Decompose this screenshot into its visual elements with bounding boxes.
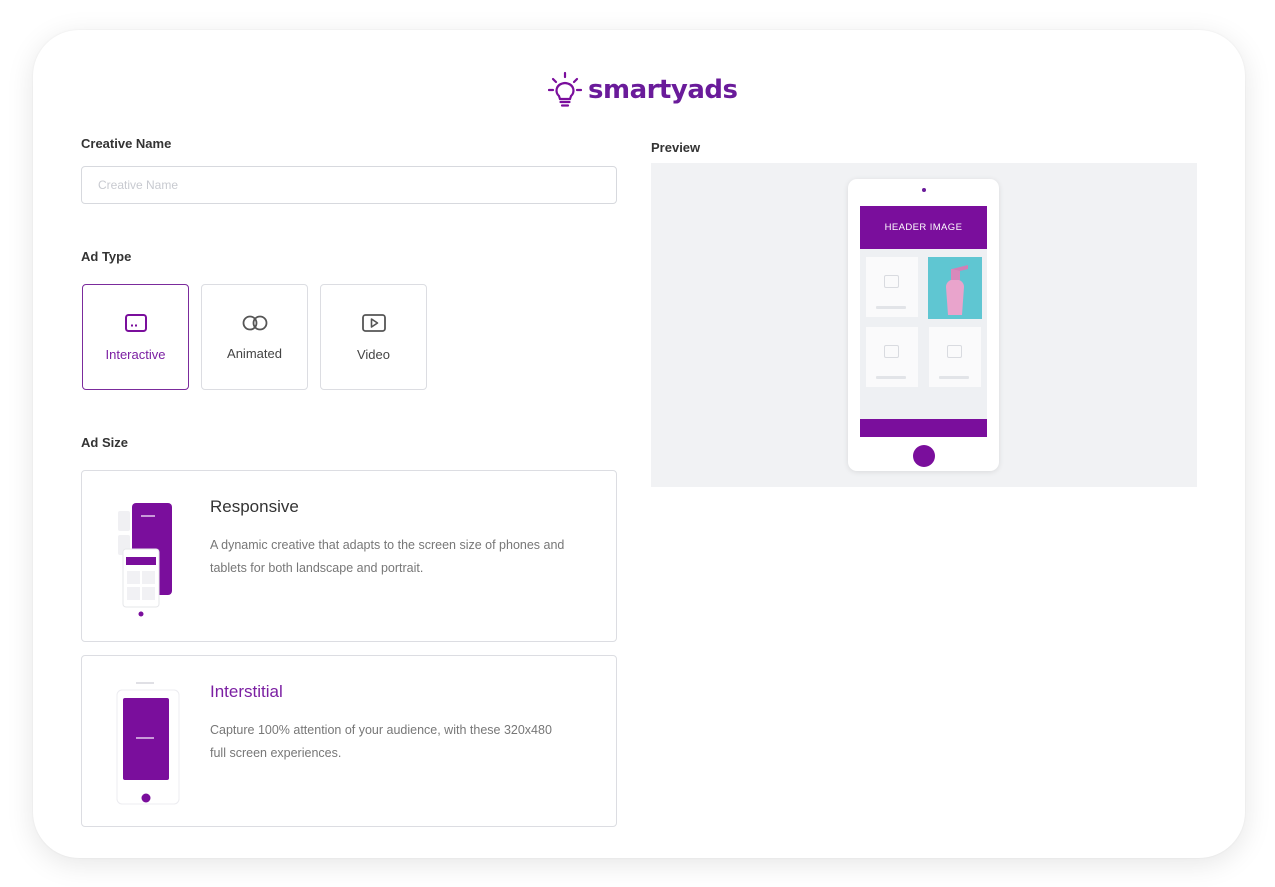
preview-header-image: HEADER IMAGE (860, 206, 987, 249)
phone-camera-dot (922, 188, 926, 192)
preview-cta-bar (860, 419, 987, 437)
interstitial-title: Interstitial (210, 682, 283, 701)
spray-bottle-icon (928, 257, 982, 319)
phone-home-button (913, 445, 935, 467)
ad-size-label: Ad Size (81, 435, 128, 450)
smartyads-logo: smartyads (548, 70, 738, 110)
preview-image-tile (866, 327, 918, 387)
creative-name-label: Creative Name (81, 136, 172, 151)
logo-text-bold: ads (687, 75, 738, 105)
ad-type-animated-label: Animated (227, 345, 282, 361)
ad-size-responsive-card[interactable]: Responsive A dynamic creative that adapt… (81, 470, 617, 642)
preview-image-tile (929, 327, 981, 387)
creative-name-input[interactable] (81, 166, 617, 204)
image-placeholder-icon (884, 275, 899, 288)
logo-wordmark: smartyads (588, 75, 738, 105)
interactive-icon (124, 313, 147, 332)
animated-icon (242, 315, 267, 330)
preview-image-tile (866, 257, 918, 317)
ad-type-interactive-button[interactable]: Interactive (82, 284, 189, 390)
tile-caption (939, 376, 969, 379)
lightbulb-icon (548, 71, 582, 107)
responsive-description: A dynamic creative that adapts to the sc… (210, 538, 565, 575)
preview-product-image (928, 257, 982, 319)
ad-type-animated-button[interactable]: Animated (201, 284, 308, 390)
responsive-illustration (118, 503, 172, 617)
image-placeholder-icon (947, 345, 962, 358)
logo-text-light: smarty (588, 75, 688, 105)
ad-type-label: Ad Type (81, 249, 132, 264)
tile-caption (876, 306, 906, 309)
ad-type-video-label: Video (356, 346, 390, 362)
interstitial-description: Capture 100% attention of your audience,… (210, 723, 552, 760)
image-placeholder-icon (884, 345, 899, 358)
responsive-title: Responsive (210, 497, 299, 516)
video-icon (361, 313, 386, 332)
preview-label: Preview (651, 140, 701, 155)
interstitial-illustration (116, 682, 180, 805)
ad-size-interstitial-card[interactable]: Interstitial Capture 100% attention of y… (81, 655, 617, 827)
ad-type-video-button[interactable]: Video (320, 284, 427, 390)
ad-type-interactive-label: Interactive (105, 346, 166, 362)
tile-caption (876, 376, 906, 379)
